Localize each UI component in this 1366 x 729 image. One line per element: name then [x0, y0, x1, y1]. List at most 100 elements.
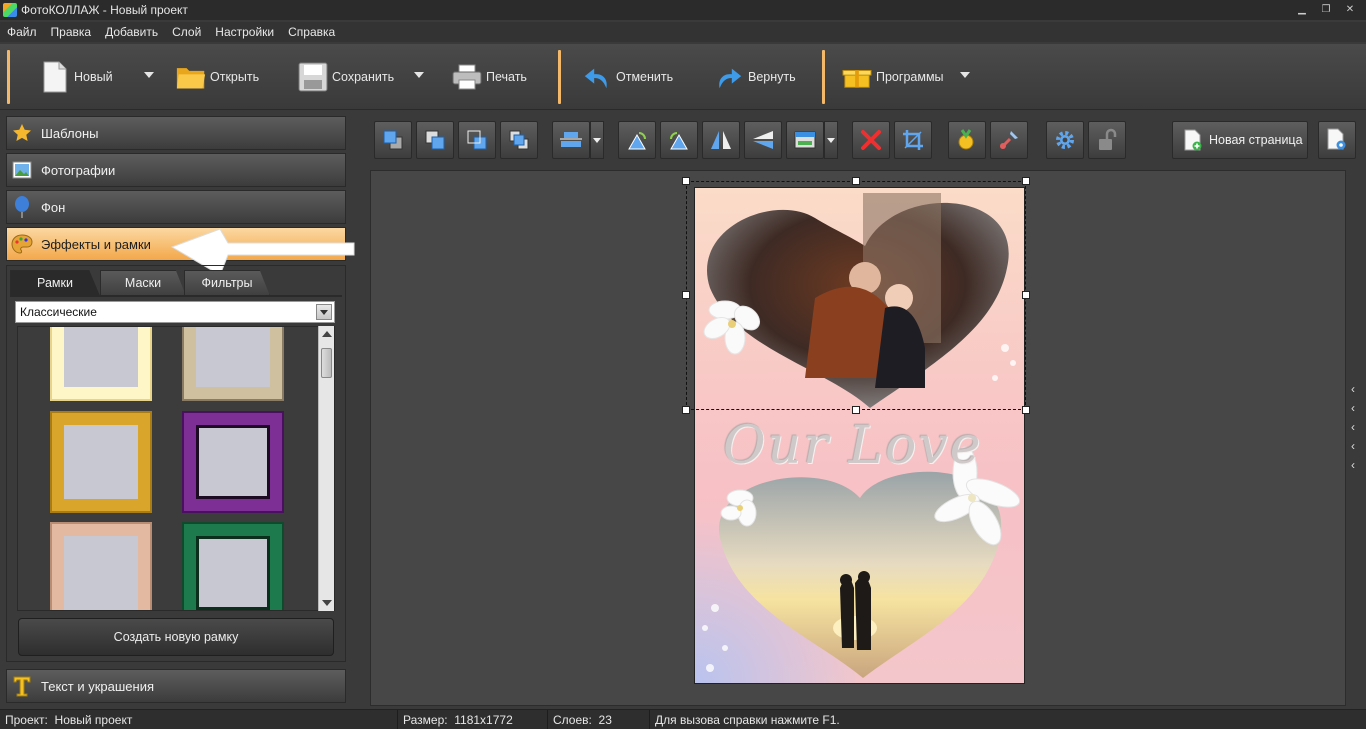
section-text-decorations[interactable]: Текст и украшения: [6, 669, 346, 703]
section-label: Фон: [41, 199, 66, 215]
redo-arrow-icon: [714, 60, 744, 94]
bring-to-front-button[interactable]: [374, 121, 412, 159]
status-project: Проект: Новый проект: [0, 709, 398, 729]
resize-handle[interactable]: [1022, 406, 1030, 414]
new-dropdown-arrow[interactable]: [144, 72, 154, 78]
print-button[interactable]: Печать: [452, 52, 527, 102]
chevron-left-icon[interactable]: ‹: [1346, 399, 1360, 418]
save-dropdown-arrow[interactable]: [414, 72, 424, 78]
resize-handle[interactable]: [1022, 291, 1030, 299]
resize-handle[interactable]: [682, 406, 690, 414]
app-logo-icon: [3, 3, 17, 17]
redo-button[interactable]: Вернуть: [714, 52, 796, 102]
menu-settings[interactable]: Настройки: [215, 25, 274, 39]
resize-handle[interactable]: [1022, 177, 1030, 185]
side-collapse-arrows[interactable]: ‹ ‹ ‹ ‹ ‹: [1346, 380, 1360, 475]
scroll-thumb[interactable]: [321, 348, 332, 378]
section-photos[interactable]: Фотографии: [6, 153, 346, 187]
selection-frame[interactable]: [686, 181, 1026, 410]
gear-icon: [1056, 131, 1074, 149]
frame-thumbnail[interactable]: [182, 522, 284, 610]
send-to-back-button[interactable]: [500, 121, 538, 159]
close-icon[interactable]: ✕: [1338, 0, 1362, 18]
rotate-right-button[interactable]: [660, 121, 698, 159]
create-frame-button[interactable]: Создать новую рамку: [18, 618, 334, 656]
collage-title-text[interactable]: Our Love: [723, 416, 983, 476]
lock-button[interactable]: [1088, 121, 1126, 159]
delete-button[interactable]: [852, 121, 890, 159]
undo-button[interactable]: Отменить: [582, 52, 673, 102]
frames-gallery: [17, 326, 335, 611]
resize-handle[interactable]: [682, 291, 690, 299]
text-t-icon: [11, 675, 33, 697]
tab-filters[interactable]: Фильтры: [184, 270, 270, 296]
scroll-up-icon[interactable]: [322, 331, 332, 337]
section-templates[interactable]: Шаблоны: [6, 116, 346, 150]
chevron-left-icon[interactable]: ‹: [1346, 437, 1360, 456]
programs-button[interactable]: Программы: [842, 52, 944, 102]
status-layers-label: Слоев:: [553, 712, 592, 727]
frame-category-select[interactable]: Классические: [15, 301, 335, 323]
chevron-down-icon[interactable]: [316, 304, 332, 320]
menu-help[interactable]: Справка: [288, 25, 335, 39]
minimize-icon[interactable]: ▁: [1290, 0, 1314, 18]
open-button[interactable]: Открыть: [176, 52, 259, 102]
fit-dropdown[interactable]: [824, 121, 838, 159]
status-layers-value: 23: [598, 712, 612, 727]
align-dropdown[interactable]: [590, 121, 604, 159]
settings-button[interactable]: [1046, 121, 1084, 159]
delete-x-icon: [861, 130, 881, 150]
scroll-down-icon[interactable]: [322, 600, 332, 606]
frames-scrollbar[interactable]: [318, 326, 334, 611]
tools-button[interactable]: [990, 121, 1028, 159]
frame-thumbnail[interactable]: [50, 411, 152, 513]
undo-arrow-icon: [582, 60, 612, 94]
gift-box-icon: [842, 60, 872, 94]
bring-forward-button[interactable]: [416, 121, 454, 159]
chevron-left-icon[interactable]: ‹: [1346, 380, 1360, 399]
medal-icon: [958, 129, 974, 150]
flip-vertical-button[interactable]: [744, 121, 782, 159]
align-button[interactable]: [552, 121, 590, 159]
resize-handle[interactable]: [682, 177, 690, 185]
resize-handle[interactable]: [852, 406, 860, 414]
resize-handle[interactable]: [852, 177, 860, 185]
tab-frames[interactable]: Рамки: [10, 270, 100, 296]
menu-edit[interactable]: Правка: [51, 25, 92, 39]
menu-add[interactable]: Добавить: [105, 25, 158, 39]
edit-toolbar: Новая страница: [366, 112, 1356, 168]
tab-masks[interactable]: Маски: [100, 270, 186, 296]
frame-category-value: Классические: [20, 305, 97, 319]
rotate-right-icon: [670, 132, 688, 150]
fit-button[interactable]: [786, 121, 824, 159]
unlock-icon: [1099, 128, 1117, 150]
new-button[interactable]: Новый: [40, 52, 113, 102]
toolbar-separator: [822, 50, 825, 104]
open-label: Открыть: [210, 70, 260, 84]
status-size-value: 1181x1772: [454, 712, 513, 727]
programs-dropdown-arrow[interactable]: [960, 72, 970, 78]
new-page-button[interactable]: Новая страница: [1172, 121, 1308, 159]
effects-button[interactable]: [948, 121, 986, 159]
frame-thumbnail[interactable]: [182, 327, 284, 401]
frame-thumbnail[interactable]: [50, 327, 152, 401]
frame-thumbnail[interactable]: [50, 522, 152, 610]
save-button[interactable]: Сохранить: [298, 52, 394, 102]
maximize-icon[interactable]: ❐: [1314, 0, 1338, 18]
window-title: ФотоКОЛЛАЖ - Новый проект: [21, 3, 188, 17]
flip-horizontal-button[interactable]: [702, 121, 740, 159]
programs-label: Программы: [876, 70, 944, 84]
status-help-text: Для вызова справки нажмите F1.: [655, 712, 840, 727]
new-document-icon: [40, 60, 70, 94]
crop-button[interactable]: [894, 121, 932, 159]
rotate-left-button[interactable]: [618, 121, 656, 159]
send-backward-button[interactable]: [458, 121, 496, 159]
page-settings-button[interactable]: [1318, 121, 1356, 159]
frame-thumbnail[interactable]: [182, 411, 284, 513]
menu-layer[interactable]: Слой: [172, 25, 201, 39]
menu-file[interactable]: Файл: [7, 25, 37, 39]
layer-forward-icon: [425, 130, 445, 150]
chevron-left-icon[interactable]: ‹: [1346, 418, 1360, 437]
chevron-left-icon[interactable]: ‹: [1346, 456, 1360, 475]
flip-horizontal-icon: [711, 131, 731, 149]
